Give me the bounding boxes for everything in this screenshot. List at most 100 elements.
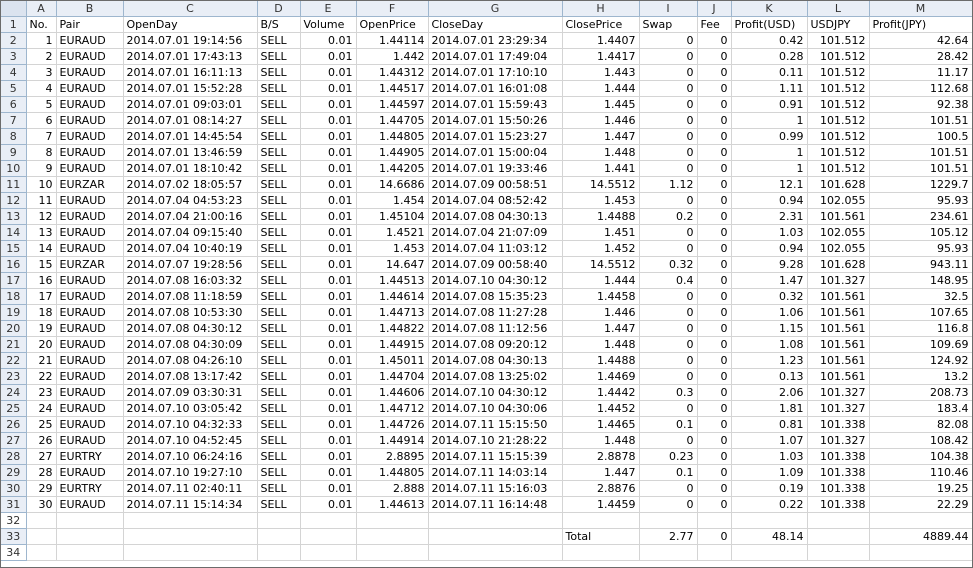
empty-cell[interactable] bbox=[56, 528, 124, 545]
empty-cell[interactable] bbox=[639, 544, 698, 561]
empty-cell[interactable] bbox=[300, 528, 357, 545]
row-header[interactable]: 4 bbox=[1, 64, 27, 81]
row-header[interactable]: 27 bbox=[1, 432, 27, 449]
table-cell[interactable]: 102.055 bbox=[807, 240, 870, 257]
table-cell[interactable]: 0.01 bbox=[300, 448, 357, 465]
table-cell[interactable]: 0 bbox=[697, 256, 732, 273]
table-cell[interactable]: 18 bbox=[26, 304, 57, 321]
row-header[interactable]: 23 bbox=[1, 368, 27, 385]
table-cell[interactable]: 19.25 bbox=[869, 480, 972, 497]
table-cell[interactable]: 110.46 bbox=[869, 464, 972, 481]
table-cell[interactable]: 2014.07.08 16:03:32 bbox=[123, 272, 258, 289]
table-cell[interactable]: 29 bbox=[26, 480, 57, 497]
table-cell[interactable]: 1.44614 bbox=[356, 288, 429, 305]
table-cell[interactable]: 1.445 bbox=[562, 96, 640, 113]
table-cell[interactable]: 0 bbox=[697, 32, 732, 49]
table-cell[interactable]: 0.28 bbox=[731, 48, 808, 65]
table-cell[interactable]: 1.06 bbox=[731, 304, 808, 321]
table-cell[interactable]: 1.23 bbox=[731, 352, 808, 369]
table-cell[interactable]: 2014.07.11 15:15:50 bbox=[428, 416, 563, 433]
table-cell[interactable]: EURAUD bbox=[56, 320, 124, 337]
table-cell[interactable]: 0.99 bbox=[731, 128, 808, 145]
table-cell[interactable]: 1.451 bbox=[562, 224, 640, 241]
total-swap[interactable]: 2.77 bbox=[639, 528, 698, 545]
table-cell[interactable]: 0.22 bbox=[731, 496, 808, 513]
table-cell[interactable]: 0.01 bbox=[300, 496, 357, 513]
table-cell[interactable]: SELL bbox=[257, 144, 301, 161]
table-cell[interactable]: 2014.07.01 15:50:26 bbox=[428, 112, 563, 129]
table-cell[interactable]: 1.03 bbox=[731, 448, 808, 465]
table-cell[interactable]: 0.2 bbox=[639, 208, 698, 225]
table-cell[interactable]: 2014.07.01 17:49:04 bbox=[428, 48, 563, 65]
table-cell[interactable]: 0.01 bbox=[300, 368, 357, 385]
table-cell[interactable]: 0 bbox=[697, 480, 732, 497]
table-cell[interactable]: 0.42 bbox=[731, 32, 808, 49]
table-cell[interactable]: SELL bbox=[257, 320, 301, 337]
table-cell[interactable]: 1.44905 bbox=[356, 144, 429, 161]
table-cell[interactable]: 12.1 bbox=[731, 176, 808, 193]
empty-cell[interactable] bbox=[697, 544, 732, 561]
table-cell[interactable]: 2014.07.09 00:58:40 bbox=[428, 256, 563, 273]
table-cell[interactable]: 0 bbox=[639, 304, 698, 321]
column-header-f[interactable]: F bbox=[356, 1, 429, 17]
table-cell[interactable]: 0 bbox=[697, 144, 732, 161]
table-cell[interactable]: 0 bbox=[697, 496, 732, 513]
row-header[interactable]: 1 bbox=[1, 16, 27, 33]
table-cell[interactable]: 0 bbox=[697, 320, 732, 337]
table-cell[interactable]: 0.01 bbox=[300, 320, 357, 337]
table-cell[interactable]: 1.81 bbox=[731, 400, 808, 417]
table-cell[interactable]: SELL bbox=[257, 272, 301, 289]
table-cell[interactable]: 0 bbox=[697, 432, 732, 449]
table-cell[interactable]: 2014.07.11 15:15:39 bbox=[428, 448, 563, 465]
table-cell[interactable]: SELL bbox=[257, 288, 301, 305]
table-cell[interactable]: SELL bbox=[257, 240, 301, 257]
table-cell[interactable]: 1.453 bbox=[562, 192, 640, 209]
table-cell[interactable]: 42.64 bbox=[869, 32, 972, 49]
table-cell[interactable]: 1.44914 bbox=[356, 432, 429, 449]
table-cell[interactable]: 0 bbox=[639, 112, 698, 129]
table-cell[interactable]: EURAUD bbox=[56, 112, 124, 129]
row-header[interactable]: 21 bbox=[1, 336, 27, 353]
table-cell[interactable]: 101.338 bbox=[807, 448, 870, 465]
table-cell[interactable]: SELL bbox=[257, 192, 301, 209]
empty-cell[interactable] bbox=[731, 544, 808, 561]
table-cell[interactable]: 1.08 bbox=[731, 336, 808, 353]
table-cell[interactable]: 1.4458 bbox=[562, 288, 640, 305]
table-cell[interactable]: 2014.07.01 23:29:34 bbox=[428, 32, 563, 49]
table-cell[interactable]: EURAUD bbox=[56, 352, 124, 369]
table-cell[interactable]: 101.628 bbox=[807, 176, 870, 193]
header-cell[interactable]: Volume bbox=[300, 16, 357, 33]
empty-cell[interactable] bbox=[26, 512, 57, 529]
table-cell[interactable]: 0.11 bbox=[731, 64, 808, 81]
empty-cell[interactable] bbox=[428, 512, 563, 529]
table-cell[interactable]: 0.32 bbox=[731, 288, 808, 305]
table-cell[interactable]: 1.44805 bbox=[356, 128, 429, 145]
table-cell[interactable]: 100.5 bbox=[869, 128, 972, 145]
table-cell[interactable]: 20 bbox=[26, 336, 57, 353]
table-cell[interactable]: 1.44712 bbox=[356, 400, 429, 417]
table-cell[interactable]: 0.01 bbox=[300, 288, 357, 305]
table-cell[interactable]: 0.94 bbox=[731, 240, 808, 257]
table-cell[interactable]: EURAUD bbox=[56, 192, 124, 209]
row-header[interactable]: 26 bbox=[1, 416, 27, 433]
table-cell[interactable]: EURAUD bbox=[56, 48, 124, 65]
table-cell[interactable]: 1.45011 bbox=[356, 352, 429, 369]
table-cell[interactable]: 16 bbox=[26, 272, 57, 289]
table-cell[interactable]: 0 bbox=[639, 240, 698, 257]
table-cell[interactable]: 0.3 bbox=[639, 384, 698, 401]
table-cell[interactable]: 2014.07.08 15:35:23 bbox=[428, 288, 563, 305]
table-cell[interactable]: 2014.07.08 13:17:42 bbox=[123, 368, 258, 385]
empty-cell[interactable] bbox=[26, 544, 57, 561]
column-header-m[interactable]: M bbox=[869, 1, 972, 17]
table-cell[interactable]: 2014.07.10 04:30:12 bbox=[428, 384, 563, 401]
table-cell[interactable]: 13.2 bbox=[869, 368, 972, 385]
row-header[interactable]: 28 bbox=[1, 448, 27, 465]
table-cell[interactable]: 101.512 bbox=[807, 112, 870, 129]
header-cell[interactable]: Profit(USD) bbox=[731, 16, 808, 33]
table-cell[interactable]: 0 bbox=[697, 80, 732, 97]
table-cell[interactable]: 0.01 bbox=[300, 464, 357, 481]
table-cell[interactable]: SELL bbox=[257, 160, 301, 177]
table-cell[interactable]: SELL bbox=[257, 128, 301, 145]
table-cell[interactable]: 1.44205 bbox=[356, 160, 429, 177]
table-cell[interactable]: 2014.07.01 14:45:54 bbox=[123, 128, 258, 145]
